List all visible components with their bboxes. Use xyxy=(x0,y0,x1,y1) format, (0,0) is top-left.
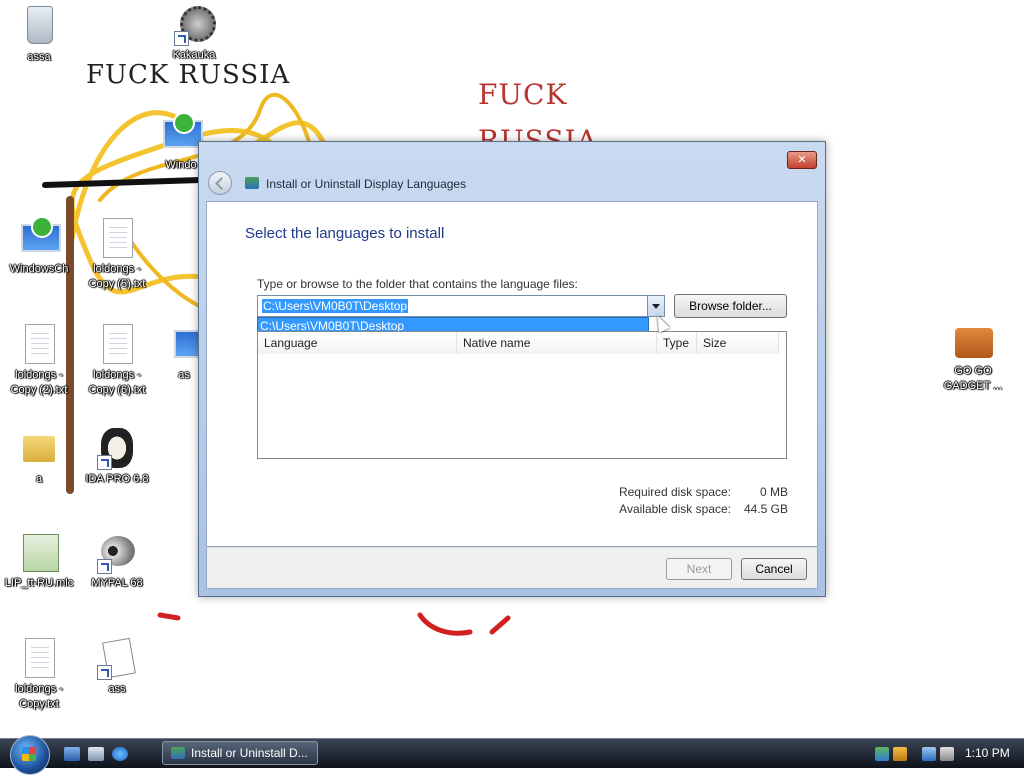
desktop-icon-label: ass xyxy=(108,683,126,695)
raccoon-icon xyxy=(95,530,139,574)
taskbar-item-install-languages[interactable]: Install or Uninstall D... xyxy=(162,741,318,765)
desktop-icon-label: MYPAL 68 xyxy=(91,577,143,589)
dialog-footer: Next Cancel xyxy=(206,547,818,589)
language-settings-icon xyxy=(245,177,259,189)
desktop-icon-label: a xyxy=(35,473,43,485)
available-space-value: 44.5 GB xyxy=(743,502,788,516)
next-button[interactable]: Next xyxy=(666,558,732,580)
dialog-content: Select the languages to install Type or … xyxy=(206,201,818,547)
back-arrow-icon[interactable] xyxy=(208,171,232,195)
required-space-value: 0 MB xyxy=(759,485,788,499)
desktop-icon-label: assa xyxy=(27,51,51,63)
start-button[interactable] xyxy=(10,735,50,775)
network-tray-icon[interactable] xyxy=(875,747,889,761)
security-tray-icon[interactable] xyxy=(893,747,907,761)
desktop-icon-label: Kakauka xyxy=(172,49,216,61)
desktop-icon-loldongs-copy-5[interactable]: loldongs - Copy (5).txt xyxy=(79,216,155,292)
show-desktop-icon[interactable] xyxy=(64,747,80,761)
briefcase-icon xyxy=(951,318,995,362)
wallpaper-text-black: FUCK RUSSIA xyxy=(86,60,291,90)
language-settings-icon xyxy=(171,747,185,759)
desktop-icon-label: loldongs - Copy (6).txt xyxy=(88,369,146,396)
folder-path-input[interactable]: C:\Users\VM0B0T\Desktop xyxy=(262,299,409,313)
column-header-size[interactable]: Size xyxy=(697,332,779,354)
network-icon xyxy=(170,322,198,366)
volume-muted-icon[interactable] xyxy=(940,747,954,761)
desktop-icon-label: GO GO GADGET ... xyxy=(943,365,1003,392)
recycle-bin-icon xyxy=(17,4,61,48)
language-pack-icon xyxy=(17,530,61,574)
text-file-icon xyxy=(17,322,61,366)
browse-folder-button[interactable]: Browse folder... xyxy=(674,294,787,318)
wallpaper-text-red-1: FUCK xyxy=(478,78,568,111)
folder-prompt: Type or browse to the folder that contai… xyxy=(257,277,578,291)
available-space-label: Available disk space: xyxy=(619,502,731,516)
desktop-icon-label: loldongs - Copy (5).txt xyxy=(88,263,146,290)
required-space-label: Required disk space: xyxy=(618,485,731,499)
desktop-icon-label: IDA PRO 6.8 xyxy=(85,473,149,485)
desktop-icon-windowsch[interactable]: WindowsCh xyxy=(1,216,77,277)
text-file-icon xyxy=(17,636,61,680)
desktop-icon-a[interactable]: a xyxy=(1,426,77,487)
text-file-icon xyxy=(95,216,139,260)
solitaire-icon xyxy=(95,636,139,680)
folder-path-combobox[interactable]: C:\Users\VM0B0T\Desktop xyxy=(257,295,665,317)
desktop-icon-label: WindowsCh xyxy=(9,263,69,275)
spiked-ball-icon xyxy=(172,2,216,46)
cancel-button[interactable]: Cancel xyxy=(741,558,807,580)
desktop-icon-loldongs-copy-2[interactable]: loldongs - Copy (2).txt xyxy=(1,322,77,398)
dialog-title: Install or Uninstall Display Languages xyxy=(266,177,467,191)
desktop-icon-label: loldongs - Copy (2).txt xyxy=(10,369,68,396)
internet-explorer-icon[interactable] xyxy=(112,747,128,761)
monitor-tray-icon[interactable] xyxy=(922,747,936,761)
desktop-icon-assa[interactable]: assa xyxy=(1,4,77,65)
desktop-icon-as[interactable]: as xyxy=(170,322,198,383)
desktop-icon-label: as xyxy=(178,369,190,381)
desktop-icon-lip-tt-ru[interactable]: LIP_tt-RU.mlc xyxy=(1,530,77,591)
column-header-language[interactable]: Language xyxy=(258,332,457,354)
desktop-icon-loldongs-copy-6[interactable]: loldongs - Copy (6).txt xyxy=(79,322,155,398)
column-header-native-name[interactable]: Native name xyxy=(457,332,657,354)
desktop-icon-ass[interactable]: ass xyxy=(79,636,155,697)
column-header-type[interactable]: Type xyxy=(657,332,697,354)
text-file-icon xyxy=(95,322,139,366)
folder-icon xyxy=(17,426,61,470)
desktop-icon-ida-pro[interactable]: IDA PRO 6.8 xyxy=(79,426,155,487)
install-languages-dialog: ✕ Install or Uninstall Display Languages… xyxy=(198,141,826,597)
ida-pro-icon xyxy=(95,426,139,470)
close-button[interactable]: ✕ xyxy=(787,151,817,169)
desktop-icon-kakauka[interactable]: Kakauka xyxy=(156,2,232,63)
desktop-icon-loldongs-copy[interactable]: loldongs - Copy.txt xyxy=(1,636,77,712)
taskbar-clock[interactable]: 1:10 PM xyxy=(965,746,1010,760)
language-list[interactable]: Language Native name Type Size xyxy=(257,331,787,459)
desktop-icon-label: LIP_tt-RU.mlc xyxy=(4,577,74,589)
taskbar: Install or Uninstall D... 1:10 PM xyxy=(0,735,1024,775)
page-heading: Select the languages to install xyxy=(245,225,445,242)
desktop-icon-go-go-gadget[interactable]: GO GO GADGET ... xyxy=(935,318,1011,394)
desktop-icon-label: loldongs - Copy.txt xyxy=(15,683,63,710)
switch-windows-icon[interactable] xyxy=(88,747,104,761)
windows-update-icon xyxy=(159,112,203,156)
taskbar-item-label: Install or Uninstall D... xyxy=(191,746,308,760)
desktop-icon-mypal[interactable]: MYPAL 68 xyxy=(79,530,155,591)
windows-update-icon xyxy=(17,216,61,260)
